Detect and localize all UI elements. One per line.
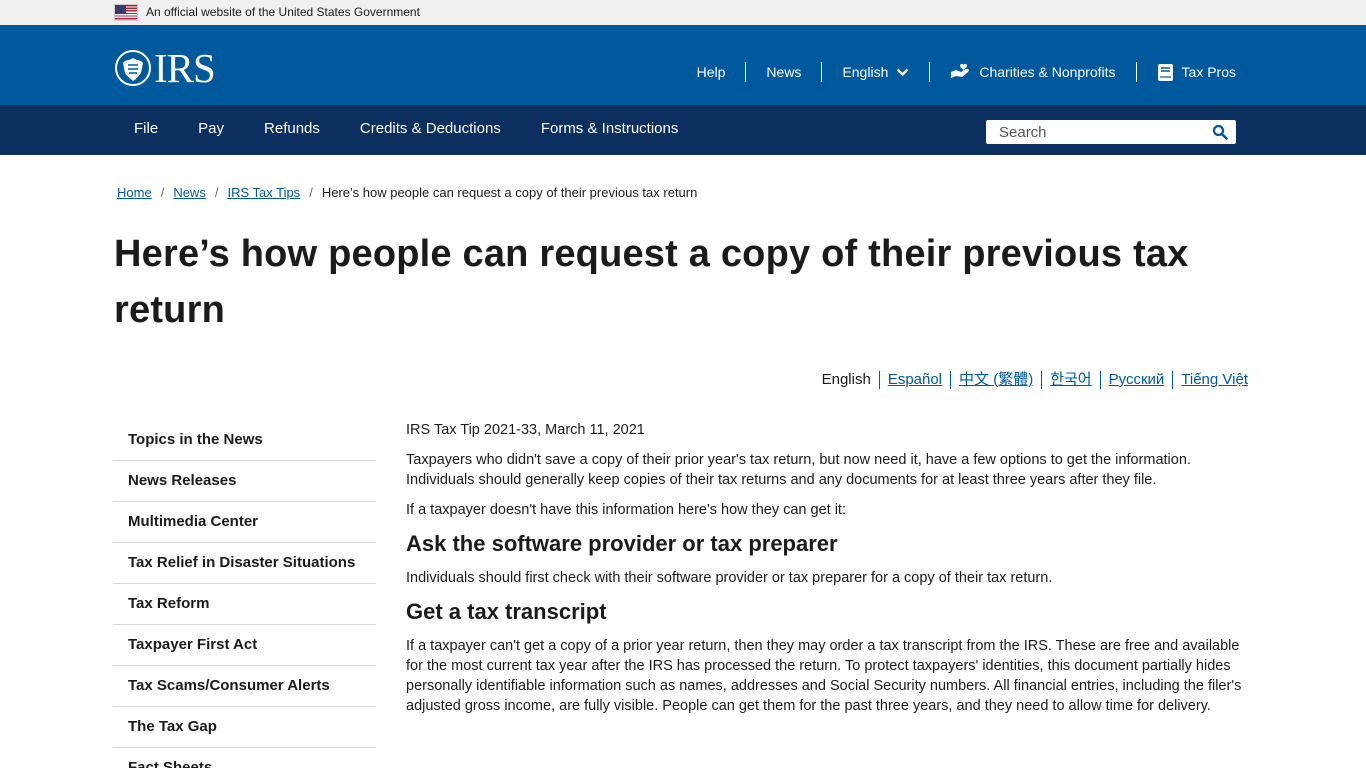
article-content: IRS Tax Tip 2021-33, March 11, 2021 Taxp…	[406, 420, 1256, 726]
util-news-label: News	[766, 64, 802, 80]
us-flag-icon	[114, 4, 138, 21]
nav-pay[interactable]: Pay	[178, 105, 244, 155]
section-text-tax-transcript: If a taxpayer can't get a copy of a prio…	[406, 638, 1242, 714]
language-switcher: English Español 中文 (繁體) 한국어 Русский Tiến…	[822, 371, 1248, 389]
lang-korean[interactable]: 한국어	[1042, 371, 1101, 389]
sidebar-nav: Topics in the News News Releases Multime…	[113, 420, 376, 768]
util-charities-label: Charities & Nonprofits	[979, 64, 1116, 80]
lang-vietnamese[interactable]: Tiếng Việt	[1173, 371, 1248, 389]
site-header: IRS Help News English Charities & Nonpro…	[0, 25, 1366, 105]
language-dropdown-label: English	[842, 64, 889, 80]
page-title: Here’s how people can request a copy of …	[114, 233, 1189, 331]
sidebar-item-fact-sheets[interactable]: Fact Sheets	[113, 748, 376, 768]
sidebar-item-multimedia-center[interactable]: Multimedia Center	[113, 502, 376, 543]
util-help-label: Help	[696, 64, 726, 80]
lang-current: English	[822, 371, 880, 389]
sidebar-item-topics-in-the-news[interactable]: Topics in the News	[113, 420, 376, 461]
charity-hand-icon	[951, 63, 970, 78]
nav-refunds[interactable]: Refunds	[244, 105, 340, 155]
util-help-link[interactable]: Help	[677, 62, 747, 82]
main-nav: File Pay Refunds Credits & Deductions Fo…	[0, 105, 1366, 155]
irs-eagle-seal-icon	[115, 50, 151, 86]
section-heading-tax-transcript: Get a tax transcript	[406, 599, 607, 624]
sidebar-item-news-releases[interactable]: News Releases	[113, 461, 376, 502]
gov-banner-text: An official website of the United States…	[146, 5, 420, 19]
irs-logo-text: IRS	[154, 45, 216, 91]
article-intro: Taxpayers who didn't save a copy of thei…	[406, 452, 1191, 488]
nav-forms-instructions[interactable]: Forms & Instructions	[521, 105, 699, 155]
irs-logo[interactable]: IRS	[114, 45, 216, 91]
article-lead: If a taxpayer doesn't have this informat…	[406, 502, 846, 518]
breadcrumb-separator: /	[309, 185, 313, 200]
util-taxpros-label: Tax Pros	[1181, 64, 1236, 80]
search-icon[interactable]	[1212, 124, 1228, 140]
utility-nav: Help News English Charities & Nonprofits…	[677, 62, 1236, 82]
lang-chinese-traditional[interactable]: 中文 (繁體)	[951, 371, 1043, 389]
tax-pros-book-icon	[1157, 63, 1173, 81]
language-dropdown[interactable]: English	[822, 62, 931, 82]
article-dateline: IRS Tax Tip 2021-33, March 11, 2021	[406, 422, 645, 438]
util-taxpros-link[interactable]: Tax Pros	[1137, 62, 1236, 82]
sidebar-item-taxpayer-first-act[interactable]: Taxpayer First Act	[113, 625, 376, 666]
util-charities-link[interactable]: Charities & Nonprofits	[930, 62, 1137, 82]
breadcrumb-current: Here’s how people can request a copy of …	[321, 185, 698, 200]
breadcrumb-news[interactable]: News	[173, 185, 206, 200]
lang-espanol[interactable]: Español	[880, 371, 952, 389]
nav-credits-deductions[interactable]: Credits & Deductions	[340, 105, 521, 155]
search-box	[986, 120, 1236, 144]
nav-file[interactable]: File	[114, 105, 178, 155]
search-input[interactable]	[986, 120, 1206, 144]
breadcrumb: Home / News / IRS Tax Tips / Here’s how …	[117, 185, 697, 200]
section-text-software-provider: Individuals should first check with thei…	[406, 570, 1053, 586]
sidebar-item-tax-scams[interactable]: Tax Scams/Consumer Alerts	[113, 666, 376, 707]
lang-russian[interactable]: Русский	[1101, 371, 1174, 389]
breadcrumb-separator: /	[214, 185, 219, 200]
breadcrumb-irs-tax-tips[interactable]: IRS Tax Tips	[227, 185, 300, 200]
sidebar-item-tax-reform[interactable]: Tax Reform	[113, 584, 376, 625]
util-news-link[interactable]: News	[746, 62, 823, 82]
chevron-down-icon	[897, 68, 909, 76]
gov-banner: An official website of the United States…	[0, 0, 1366, 25]
sidebar-item-tax-gap[interactable]: The Tax Gap	[113, 707, 376, 748]
section-heading-software-provider: Ask the software provider or tax prepare…	[406, 531, 838, 556]
breadcrumb-home[interactable]: Home	[117, 185, 152, 200]
sidebar-item-tax-relief-disaster[interactable]: Tax Relief in Disaster Situations	[113, 543, 376, 584]
breadcrumb-separator: /	[160, 185, 165, 200]
